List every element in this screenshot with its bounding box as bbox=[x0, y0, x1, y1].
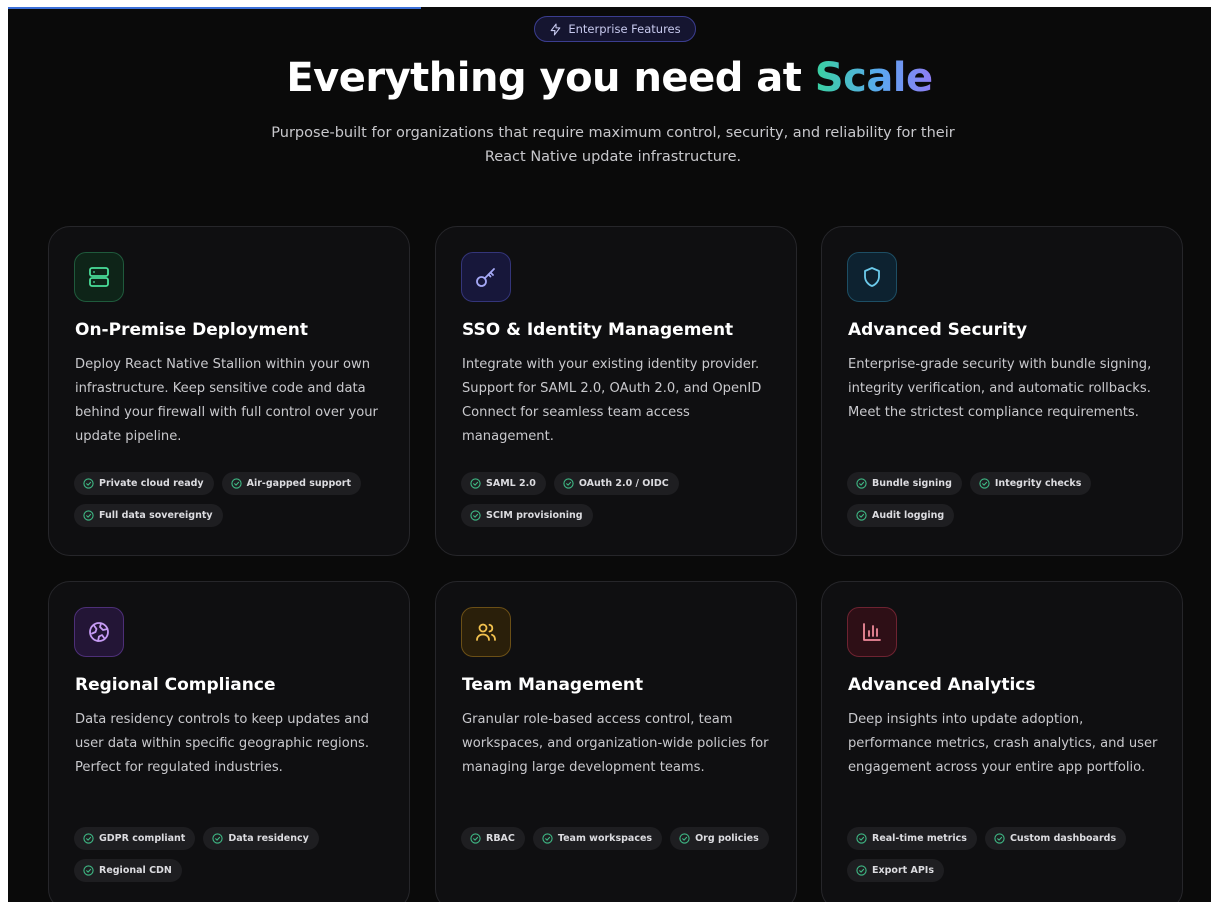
features-section: Enterprise Features Everything you need … bbox=[8, 7, 1211, 902]
tag-label: Integrity checks bbox=[994, 478, 1082, 489]
tag-real-time-metrics: Real-time metrics bbox=[847, 827, 977, 850]
tag-gdpr-compliant: GDPR compliant bbox=[74, 827, 196, 850]
tag-label: Data residency bbox=[228, 833, 309, 844]
tag-label: SAML 2.0 bbox=[486, 478, 536, 489]
tag-export-apis: Export APIs bbox=[847, 859, 944, 882]
check-circle-icon bbox=[470, 478, 481, 489]
feature-card-advanced-analytics: Advanced Analytics Deep insights into up… bbox=[821, 581, 1183, 902]
page-subtitle: Purpose-built for organizations that req… bbox=[271, 125, 955, 165]
check-circle-icon bbox=[679, 833, 690, 844]
icon-container bbox=[461, 252, 511, 302]
shield-icon bbox=[864, 267, 880, 287]
check-circle-icon bbox=[856, 833, 867, 844]
card-title: Advanced Security bbox=[848, 320, 1028, 340]
tag-list: GDPR compliant Data residency Regional C… bbox=[74, 827, 386, 882]
globe-icon bbox=[89, 622, 109, 642]
check-circle-icon bbox=[83, 833, 94, 844]
card-description: Deep insights into update adoption, perf… bbox=[848, 712, 1158, 775]
tag-bundle-signing: Bundle signing bbox=[847, 472, 962, 495]
tag-rbac: RBAC bbox=[461, 827, 525, 850]
check-circle-icon bbox=[856, 478, 867, 489]
tag-label: Real-time metrics bbox=[872, 833, 967, 844]
key-icon bbox=[476, 268, 495, 287]
tag-label: Org policies bbox=[695, 833, 759, 844]
tag-list: Real-time metrics Custom dashboards Expo… bbox=[847, 827, 1159, 882]
tag-saml: SAML 2.0 bbox=[461, 472, 546, 495]
enterprise-features-badge: Enterprise Features bbox=[534, 16, 696, 42]
card-description: Integrate with your existing identity pr… bbox=[462, 357, 762, 444]
badge-label: Enterprise Features bbox=[568, 22, 681, 36]
icon-container bbox=[74, 607, 124, 657]
check-circle-icon bbox=[979, 478, 990, 489]
title-accent-text: Scale bbox=[814, 55, 933, 101]
tag-full-data-sovereignty: Full data sovereignty bbox=[74, 504, 223, 527]
tag-private-cloud-ready: Private cloud ready bbox=[74, 472, 214, 495]
tag-audit-logging: Audit logging bbox=[847, 504, 955, 527]
tag-label: SCIM provisioning bbox=[486, 510, 583, 521]
check-circle-icon bbox=[856, 865, 867, 876]
card-title: SSO & Identity Management bbox=[462, 320, 734, 340]
check-circle-icon bbox=[994, 833, 1005, 844]
check-circle-icon bbox=[470, 510, 481, 521]
tag-label: Team workspaces bbox=[557, 833, 653, 844]
tag-label: Regional CDN bbox=[99, 865, 172, 876]
page-title: Everything you need at Scale bbox=[8, 55, 1211, 101]
bar-chart-icon bbox=[863, 623, 881, 641]
check-circle-icon bbox=[470, 833, 481, 844]
lightning-icon bbox=[550, 23, 561, 35]
card-title: Team Management bbox=[462, 675, 644, 695]
title-main-text: Everything you need at bbox=[286, 55, 815, 101]
feature-card-team-management: Team Management Granular role-based acce… bbox=[435, 581, 797, 902]
check-circle-icon bbox=[83, 478, 94, 489]
users-icon bbox=[476, 623, 496, 641]
top-link-underline bbox=[8, 7, 421, 9]
tag-integrity-checks: Integrity checks bbox=[969, 472, 1092, 495]
check-circle-icon bbox=[230, 478, 242, 489]
card-title: Advanced Analytics bbox=[848, 675, 1036, 695]
tag-team-workspaces: Team workspaces bbox=[532, 827, 663, 850]
tag-label: Audit logging bbox=[872, 510, 945, 521]
card-description: Data residency controls to keep updates … bbox=[75, 712, 369, 775]
tag-list: Private cloud ready Air-gapped support F… bbox=[74, 472, 386, 527]
tag-label: GDPR compliant bbox=[99, 833, 186, 844]
tag-label: RBAC bbox=[486, 833, 515, 844]
tag-label: Air-gapped support bbox=[246, 478, 351, 489]
tag-data-residency: Data residency bbox=[203, 827, 319, 850]
card-title: On-Premise Deployment bbox=[75, 320, 308, 340]
icon-container bbox=[847, 252, 897, 302]
check-circle-icon bbox=[212, 833, 223, 844]
tag-label: Export APIs bbox=[872, 865, 934, 876]
tag-air-gapped-support: Air-gapped support bbox=[221, 472, 361, 495]
tag-scim-provisioning: SCIM provisioning bbox=[461, 504, 593, 527]
feature-card-regional-compliance: Regional Compliance Data residency contr… bbox=[48, 581, 410, 902]
check-circle-icon bbox=[83, 510, 94, 521]
feature-card-sso-identity: SSO & Identity Management Integrate with… bbox=[435, 226, 797, 556]
tag-label: Custom dashboards bbox=[1009, 833, 1117, 844]
tag-label: Private cloud ready bbox=[99, 478, 204, 489]
tag-list: SAML 2.0 OAuth 2.0 / OIDC SCIM provision… bbox=[461, 472, 773, 527]
tag-org-policies: Org policies bbox=[670, 827, 769, 850]
card-description: Enterprise-grade security with bundle si… bbox=[848, 357, 1152, 420]
card-description: Granular role-based access control, team… bbox=[462, 712, 769, 775]
check-circle-icon bbox=[542, 833, 553, 844]
tag-label: Bundle signing bbox=[872, 478, 952, 489]
feature-card-advanced-security: Advanced Security Enterprise-grade secur… bbox=[821, 226, 1183, 556]
tag-label: OAuth 2.0 / OIDC bbox=[578, 478, 669, 489]
tag-label: Full data sovereignty bbox=[99, 510, 213, 521]
feature-card-on-premise: On-Premise Deployment Deploy React Nativ… bbox=[48, 226, 410, 556]
tag-oauth-oidc: OAuth 2.0 / OIDC bbox=[553, 472, 679, 495]
server-icon bbox=[89, 267, 109, 287]
check-circle-icon bbox=[563, 478, 574, 489]
tag-list: Bundle signing Integrity checks Audit lo… bbox=[847, 472, 1159, 527]
tag-list: RBAC Team workspaces Org policies bbox=[461, 827, 773, 850]
tag-regional-cdn: Regional CDN bbox=[74, 859, 182, 882]
icon-container bbox=[74, 252, 124, 302]
check-circle-icon bbox=[83, 865, 94, 876]
icon-container bbox=[461, 607, 511, 657]
check-circle-icon bbox=[856, 510, 867, 521]
tag-custom-dashboards: Custom dashboards bbox=[984, 827, 1127, 850]
card-title: Regional Compliance bbox=[75, 675, 276, 695]
icon-container bbox=[847, 607, 897, 657]
card-description: Deploy React Native Stallion within your… bbox=[75, 357, 378, 444]
